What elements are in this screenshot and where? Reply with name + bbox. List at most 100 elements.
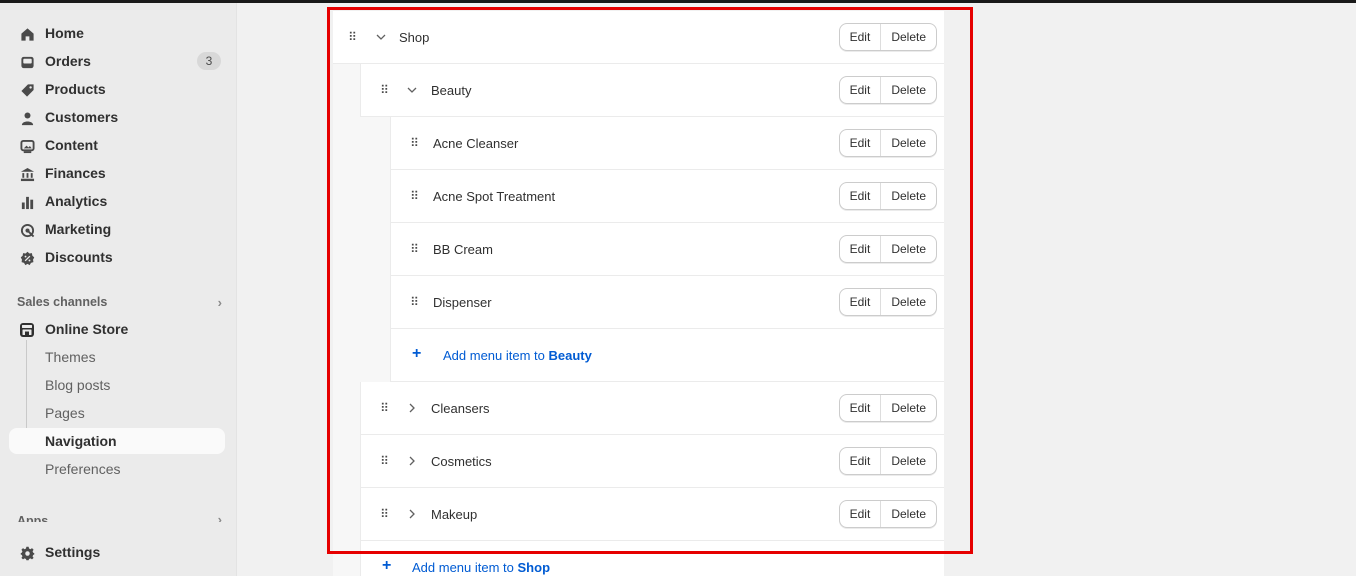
chevron-right-icon: › — [217, 295, 222, 310]
sidebar-subitem-navigation[interactable]: Navigation — [9, 428, 225, 454]
sidebar: Home Orders 3 Products Customers Content… — [0, 3, 237, 576]
drag-handle-icon[interactable]: ⠿ — [379, 83, 389, 97]
drag-handle-icon[interactable]: ⠿ — [347, 30, 357, 44]
sidebar-item-content[interactable]: Content — [9, 132, 225, 158]
plus-icon: + — [382, 557, 392, 574]
add-menu-item-shop[interactable]: + Add menu item to Shop — [360, 541, 944, 576]
delete-button[interactable]: Delete — [880, 130, 936, 156]
sidebar-subitem-pages[interactable]: Pages — [9, 400, 225, 426]
drag-handle-icon[interactable]: ⠿ — [409, 295, 419, 309]
sidebar-item-label: Home — [45, 25, 84, 41]
sidebar-item-label: Products — [45, 81, 106, 97]
menu-item-name: Cosmetics — [431, 454, 492, 469]
add-link-prefix: Add menu item to — [412, 560, 514, 575]
inbox-icon — [19, 54, 35, 70]
chevron-right-icon[interactable] — [405, 506, 419, 522]
add-link-target: Beauty — [548, 348, 592, 363]
menu-item-row-shop[interactable]: ⠿ Shop Edit Delete — [333, 11, 944, 64]
delete-button[interactable]: Delete — [880, 448, 936, 474]
sidebar-item-label: Content — [45, 137, 98, 153]
indent-gutter — [333, 64, 360, 576]
delete-button[interactable]: Delete — [880, 501, 936, 527]
menu-item-name: Acne Spot Treatment — [433, 189, 556, 204]
menu-item-row-acne-cleanser[interactable]: ⠿ Acne Cleanser Edit Delete — [390, 117, 944, 170]
edit-button[interactable]: Edit — [840, 77, 881, 103]
menu-item-row-bb-cream[interactable]: ⠿ BB Cream Edit Delete — [390, 223, 944, 276]
apps-label: Apps — [17, 514, 49, 522]
sidebar-subitem-label: Preferences — [45, 461, 121, 477]
chevron-down-icon[interactable] — [405, 82, 419, 98]
chevron-right-icon: › — [217, 514, 222, 522]
sidebar-subitem-blog-posts[interactable]: Blog posts — [9, 372, 225, 398]
edit-button[interactable]: Edit — [840, 501, 881, 527]
sidebar-item-analytics[interactable]: Analytics — [9, 188, 225, 214]
sidebar-item-marketing[interactable]: Marketing — [9, 216, 225, 242]
row-actions: Edit Delete — [838, 447, 937, 475]
sidebar-item-finances[interactable]: Finances — [9, 160, 225, 186]
sidebar-item-online-store[interactable]: Online Store — [9, 316, 225, 342]
apps-heading[interactable]: Apps › — [17, 514, 222, 522]
sidebar-item-discounts[interactable]: Discounts — [9, 244, 225, 270]
sidebar-item-label: Finances — [45, 165, 106, 181]
chevron-down-icon[interactable] — [374, 29, 388, 45]
sales-channels-heading[interactable]: Sales channels › — [17, 295, 222, 310]
target-icon — [19, 222, 35, 238]
menu-item-name: Cleansers — [431, 401, 490, 416]
chevron-right-icon[interactable] — [405, 453, 419, 469]
add-link-target: Shop — [517, 560, 551, 575]
edit-button[interactable]: Edit — [840, 448, 881, 474]
drag-handle-icon[interactable]: ⠿ — [379, 454, 389, 468]
menu-item-row-acne-spot-treatment[interactable]: ⠿ Acne Spot Treatment Edit Delete — [390, 170, 944, 223]
drag-handle-icon[interactable]: ⠿ — [379, 507, 389, 521]
add-menu-item-link[interactable]: Add menu item to Shop — [412, 560, 550, 576]
drag-handle-icon[interactable]: ⠿ — [409, 136, 419, 150]
menu-item-name: Makeup — [431, 507, 478, 522]
edit-button[interactable]: Edit — [840, 236, 881, 262]
row-actions: Edit Delete — [838, 288, 937, 316]
menu-item-row-makeup[interactable]: ⠿ Makeup Edit Delete — [360, 488, 944, 541]
row-actions: Edit Delete — [838, 76, 937, 104]
sidebar-item-label: Orders — [45, 53, 91, 69]
add-menu-item-beauty[interactable]: + Add menu item to Beauty — [390, 329, 944, 382]
menu-item-row-beauty[interactable]: ⠿ Beauty Edit Delete — [360, 64, 944, 117]
orders-count-badge: 3 — [197, 52, 221, 70]
menu-item-name: Acne Cleanser — [433, 136, 519, 151]
menu-item-row-cosmetics[interactable]: ⠿ Cosmetics Edit Delete — [360, 435, 944, 488]
chevron-right-icon[interactable] — [405, 400, 419, 416]
edit-button[interactable]: Edit — [840, 289, 881, 315]
delete-button[interactable]: Delete — [880, 24, 936, 50]
gear-icon — [19, 545, 35, 561]
edit-button[interactable]: Edit — [840, 130, 881, 156]
sidebar-item-home[interactable]: Home — [9, 20, 225, 46]
sidebar-item-label: Settings — [45, 544, 101, 560]
edit-button[interactable]: Edit — [840, 183, 881, 209]
edit-button[interactable]: Edit — [840, 395, 881, 421]
delete-button[interactable]: Delete — [880, 289, 936, 315]
delete-button[interactable]: Delete — [880, 395, 936, 421]
sidebar-item-orders[interactable]: Orders 3 — [9, 48, 225, 74]
sidebar-subitem-themes[interactable]: Themes — [9, 344, 225, 370]
sidebar-subitem-preferences[interactable]: Preferences — [9, 456, 225, 482]
row-actions: Edit Delete — [838, 235, 937, 263]
drag-handle-icon[interactable]: ⠿ — [379, 401, 389, 415]
sidebar-item-customers[interactable]: Customers — [9, 104, 225, 130]
add-menu-item-link[interactable]: Add menu item to Beauty — [443, 348, 592, 364]
bank-icon — [19, 166, 35, 182]
menu-item-row-dispenser[interactable]: ⠿ Dispenser Edit Delete — [390, 276, 944, 329]
delete-button[interactable]: Delete — [880, 236, 936, 262]
delete-button[interactable]: Delete — [880, 77, 936, 103]
edit-button[interactable]: Edit — [840, 24, 881, 50]
menu-item-name: Shop — [399, 30, 430, 45]
sidebar-item-products[interactable]: Products — [9, 76, 225, 102]
row-actions: Edit Delete — [838, 129, 937, 157]
bar-chart-icon — [19, 194, 35, 210]
sidebar-subitem-label: Navigation — [45, 433, 117, 449]
drag-handle-icon[interactable]: ⠿ — [409, 189, 419, 203]
row-actions: Edit Delete — [838, 23, 937, 51]
sidebar-item-settings[interactable]: Settings — [9, 539, 225, 565]
add-link-prefix: Add menu item to — [443, 348, 545, 363]
sidebar-item-label: Discounts — [45, 249, 113, 265]
menu-item-row-cleansers[interactable]: ⠿ Cleansers Edit Delete — [360, 382, 944, 435]
drag-handle-icon[interactable]: ⠿ — [409, 242, 419, 256]
delete-button[interactable]: Delete — [880, 183, 936, 209]
